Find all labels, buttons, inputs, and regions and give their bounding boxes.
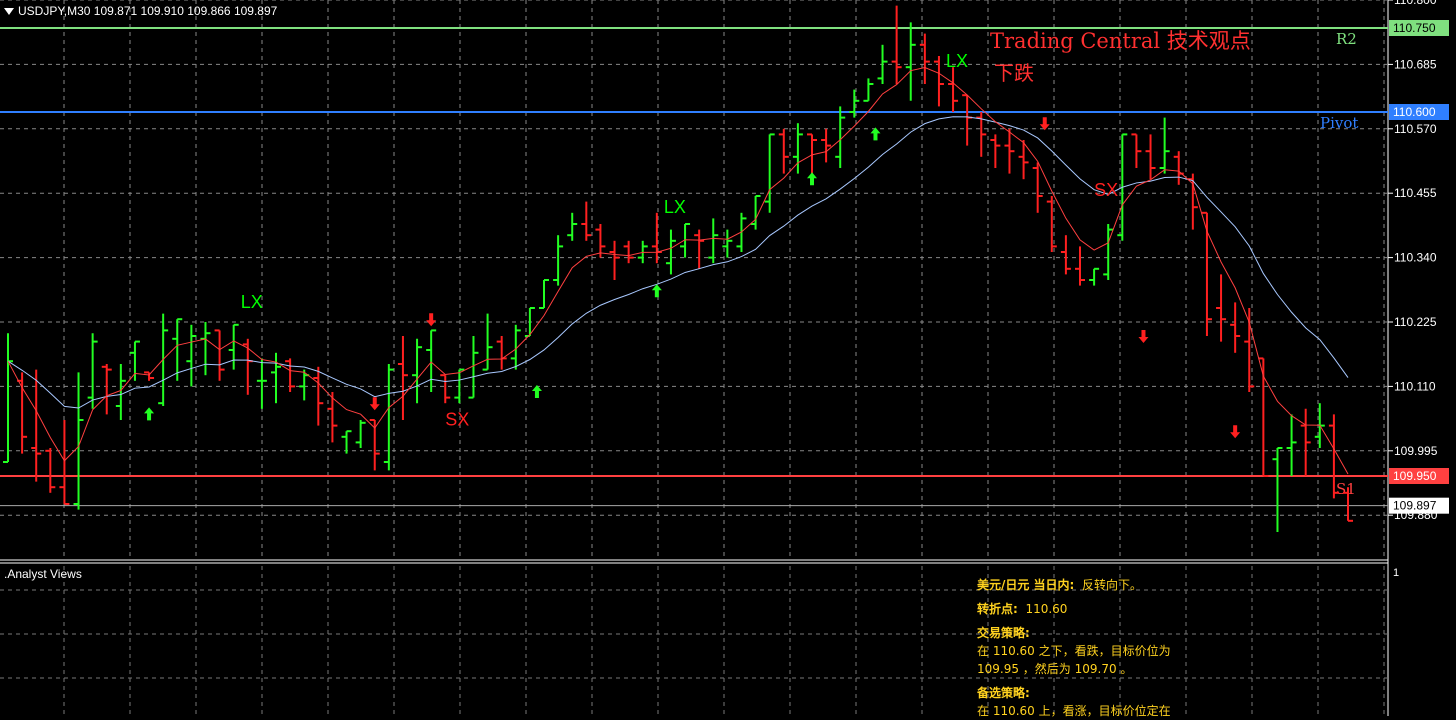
signal-labels: LX SX LX LX SX [241,51,1118,429]
down-arrow-icon [369,397,380,411]
signal-arrows [144,117,1241,439]
pivot-value: 110.60 [1025,602,1068,616]
analyst-view-box: 美元/日元 当日内: 反转向下。 转折点: 110.60 交易策略: 在 110… [977,576,1277,720]
strategy-line1: 在 110.60 之下，看跌，目标价位为 [977,644,1171,658]
ohlc-bars [3,5,1353,532]
down-arrow-icon [426,313,437,327]
dropdown-triangle-icon[interactable] [4,8,14,16]
y-tick-label-3: 110.455 [1394,186,1437,200]
lower-panel-tick: 1 [1393,567,1400,579]
tc-title: Trading Central 技术观点 [990,29,1251,53]
down-arrow-icon [1138,330,1149,343]
pair-intraday-label: 美元/日元 当日内: [977,578,1075,592]
strategy-line2: 109.95 ，然后为 109.70 。 [977,662,1133,676]
tc-direction: 下跌 [994,61,1034,85]
signal-label-lx: LX [664,197,686,217]
up-arrow-icon [531,385,542,398]
y-tick-label-4: 110.340 [1394,251,1437,265]
lower-panel-title: .Analyst Views [4,567,82,581]
level-price-r2: 110.750 [1393,21,1436,35]
down-arrow-icon [1039,117,1050,131]
up-arrow-icon [807,172,817,186]
ma-slow-line [7,116,1349,409]
signal-label-sx: SX [445,410,469,430]
strategy-label: 交易策略: [977,626,1030,640]
pivot-label: 转折点: [977,602,1018,616]
level-price-s1: 109.950 [1393,469,1437,483]
pair-intraday-value: 反转向下。 [1082,578,1143,592]
signal-label-lx: LX [241,292,263,312]
y-tick-label-0: 110.800 [1394,0,1437,7]
up-arrow-icon [870,127,881,141]
signal-label-sx: SX [1094,180,1118,200]
symbol-header[interactable]: USDJPY,M30 109.871 109.910 109.866 109.8… [4,4,277,18]
y-tick-label-8: 109.880 [1394,508,1438,522]
level-name-s1: S1 [1336,480,1356,498]
y-tick-label-6: 110.110 [1394,379,1436,393]
y-tick-label-2: 110.570 [1394,122,1437,136]
y-tick-label-7: 109.995 [1394,444,1438,458]
y-tick-label-1: 110.685 [1394,57,1437,71]
level-name-pivot: Pivot [1320,114,1358,132]
level-price-pivot: 110.600 [1393,105,1436,119]
level-name-r2: R2 [1336,30,1357,48]
alt-strategy-label: 备选策略: [977,686,1030,700]
symbol-header-text: USDJPY,M30 109.871 109.910 109.866 109.8… [18,4,278,18]
up-arrow-icon [651,284,662,298]
down-arrow-icon [1230,425,1241,439]
y-tick-label-5: 110.225 [1394,315,1437,329]
up-arrow-icon [144,407,155,421]
alt-strategy-line1: 在 110.60 上，看涨，目标价位定在 [977,704,1171,718]
signal-label-lx: LX [946,51,968,71]
price-axis: 110.800 110.685 110.570 110.455 110.340 110.2… [1388,0,1438,522]
